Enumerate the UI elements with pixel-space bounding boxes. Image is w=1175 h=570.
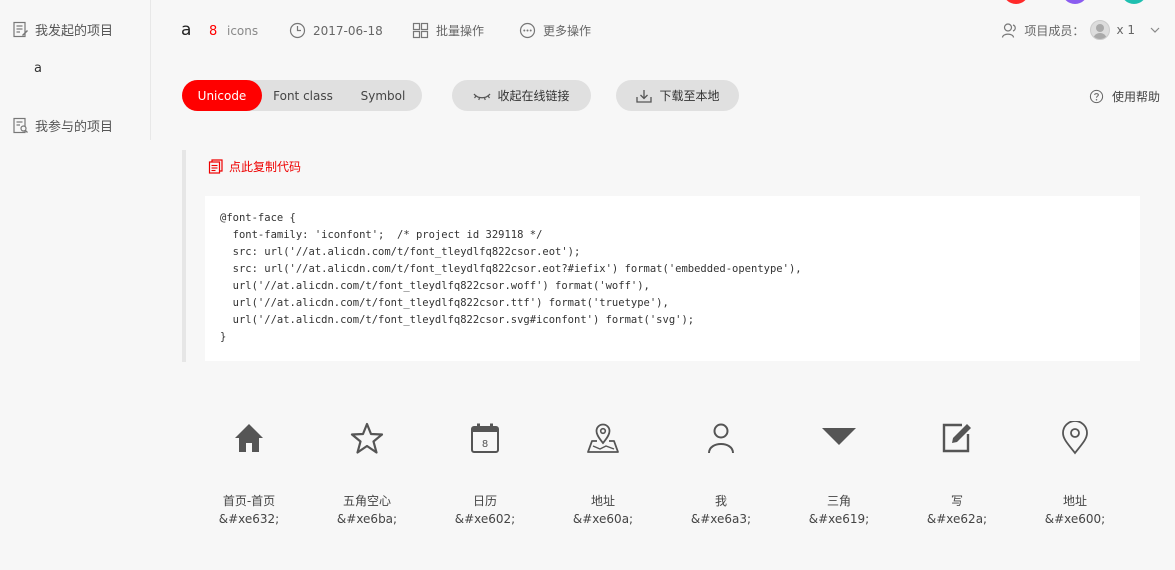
project-members[interactable]: 项目成员： x 1	[1001, 20, 1161, 40]
icon-code: &#xe619;	[808, 512, 870, 526]
icon-name: 地址	[1062, 494, 1087, 508]
user-icon	[701, 418, 741, 458]
edit-icon	[937, 418, 977, 458]
font-face-code: @font-face { font-family: 'iconfont'; /*…	[220, 212, 802, 343]
icon-card[interactable]: 地址 &#xe600;	[1016, 418, 1134, 526]
icon-name: 日历	[472, 494, 497, 508]
download-label: 下载至本地	[659, 89, 720, 103]
copy-code-label: 点此复制代码	[229, 160, 302, 174]
icon-card[interactable]: 我 &#xe6a3;	[662, 418, 780, 526]
icon-name: 三角	[826, 494, 851, 508]
icon-name: 写	[950, 494, 963, 508]
code-block: @font-face { font-family: 'iconfont'; /*…	[205, 196, 1140, 361]
members-label: 项目成员：	[1024, 23, 1085, 38]
icon-name: 我	[714, 494, 727, 508]
document-edit-icon	[13, 21, 28, 38]
icon-card[interactable]: 地址 &#xe60a;	[544, 418, 662, 526]
location-icon	[1055, 418, 1095, 458]
clock-icon	[289, 22, 306, 39]
icon-code: &#xe632;	[218, 512, 280, 526]
icon-card[interactable]: 8 日历 &#xe602;	[426, 418, 544, 526]
batch-ops-button[interactable]: 批量操作	[412, 22, 484, 39]
more-dots-icon	[519, 22, 536, 39]
project-title: a	[181, 20, 192, 40]
svg-text:8: 8	[482, 439, 488, 450]
sidebar: 我发起的项目 a 我参与的项目	[0, 0, 151, 140]
map-pin-icon	[583, 418, 623, 458]
batch-ops-label: 批量操作	[436, 24, 485, 38]
code-type-tabs: Unicode Font class Symbol	[182, 80, 422, 111]
avatar[interactable]	[1090, 20, 1111, 40]
download-button[interactable]: 下载至本地	[616, 80, 739, 111]
tab-font-class[interactable]: Font class	[262, 80, 344, 111]
collapse-link-button[interactable]: 收起在线链接	[452, 80, 591, 111]
sidebar-item-project-a[interactable]: a	[34, 61, 42, 76]
icon-code: &#xe6ba;	[336, 512, 398, 526]
icon-code: &#xe60a;	[572, 512, 634, 526]
triangle-down-icon	[819, 418, 859, 458]
project-header: a 8 icons 2017-06-18 批量操作 更多操作 项目成员： x 1	[151, 0, 1175, 62]
tab-unicode[interactable]: Unicode	[182, 80, 262, 111]
icon-count: 8	[209, 24, 218, 39]
my-projects-label: 我发起的项目	[35, 24, 114, 39]
grid-icon	[412, 22, 429, 39]
copy-doc-icon	[208, 159, 223, 174]
download-icon	[636, 89, 653, 103]
icon-code: &#xe602;	[454, 512, 516, 526]
icon-card[interactable]: 首页-首页 &#xe632;	[190, 418, 308, 526]
icon-card[interactable]: 三角 &#xe619;	[780, 418, 898, 526]
created-date-text: 2017-06-18	[313, 23, 383, 38]
members-icon	[1002, 22, 1017, 38]
more-ops-button[interactable]: 更多操作	[519, 22, 591, 39]
icon-name: 地址	[590, 494, 615, 508]
chevron-down-icon[interactable]	[1149, 24, 1161, 36]
icon-name: 首页-首页	[222, 494, 276, 508]
icon-grid: 首页-首页 &#xe632; 五角空心 &#xe6ba; 8 日历 &#xe60…	[190, 418, 1134, 526]
icon-code: &#xe62a;	[926, 512, 988, 526]
icon-card[interactable]: 五角空心 &#xe6ba;	[308, 418, 426, 526]
document-search-icon	[13, 117, 28, 134]
code-panel: 点此复制代码 @font-face { font-family: 'iconfo…	[182, 150, 1140, 362]
home-icon	[229, 418, 269, 458]
help-link[interactable]: 使用帮助	[1089, 88, 1160, 105]
joined-projects-nav[interactable]: 我参与的项目	[12, 116, 113, 135]
members-count: x 1	[1116, 23, 1135, 37]
joined-projects-label: 我参与的项目	[35, 120, 114, 135]
calendar-icon: 8	[465, 418, 505, 458]
icon-code: &#xe6a3;	[690, 512, 752, 526]
copy-code-button[interactable]: 点此复制代码	[208, 158, 301, 175]
help-label: 使用帮助	[1111, 90, 1160, 104]
help-circle-icon	[1089, 89, 1104, 104]
tab-symbol[interactable]: Symbol	[344, 80, 422, 111]
icon-code: &#xe600;	[1044, 512, 1106, 526]
my-projects-nav[interactable]: 我发起的项目	[12, 20, 113, 39]
icon-card[interactable]: 写 &#xe62a;	[898, 418, 1016, 526]
collapse-link-label: 收起在线链接	[497, 89, 570, 103]
star-outline-icon	[347, 418, 387, 458]
eye-closed-icon	[473, 93, 491, 100]
icon-name: 五角空心	[342, 494, 391, 508]
icon-count-label: icons	[227, 24, 259, 38]
created-date: 2017-06-18	[289, 22, 383, 39]
more-ops-label: 更多操作	[543, 24, 592, 38]
